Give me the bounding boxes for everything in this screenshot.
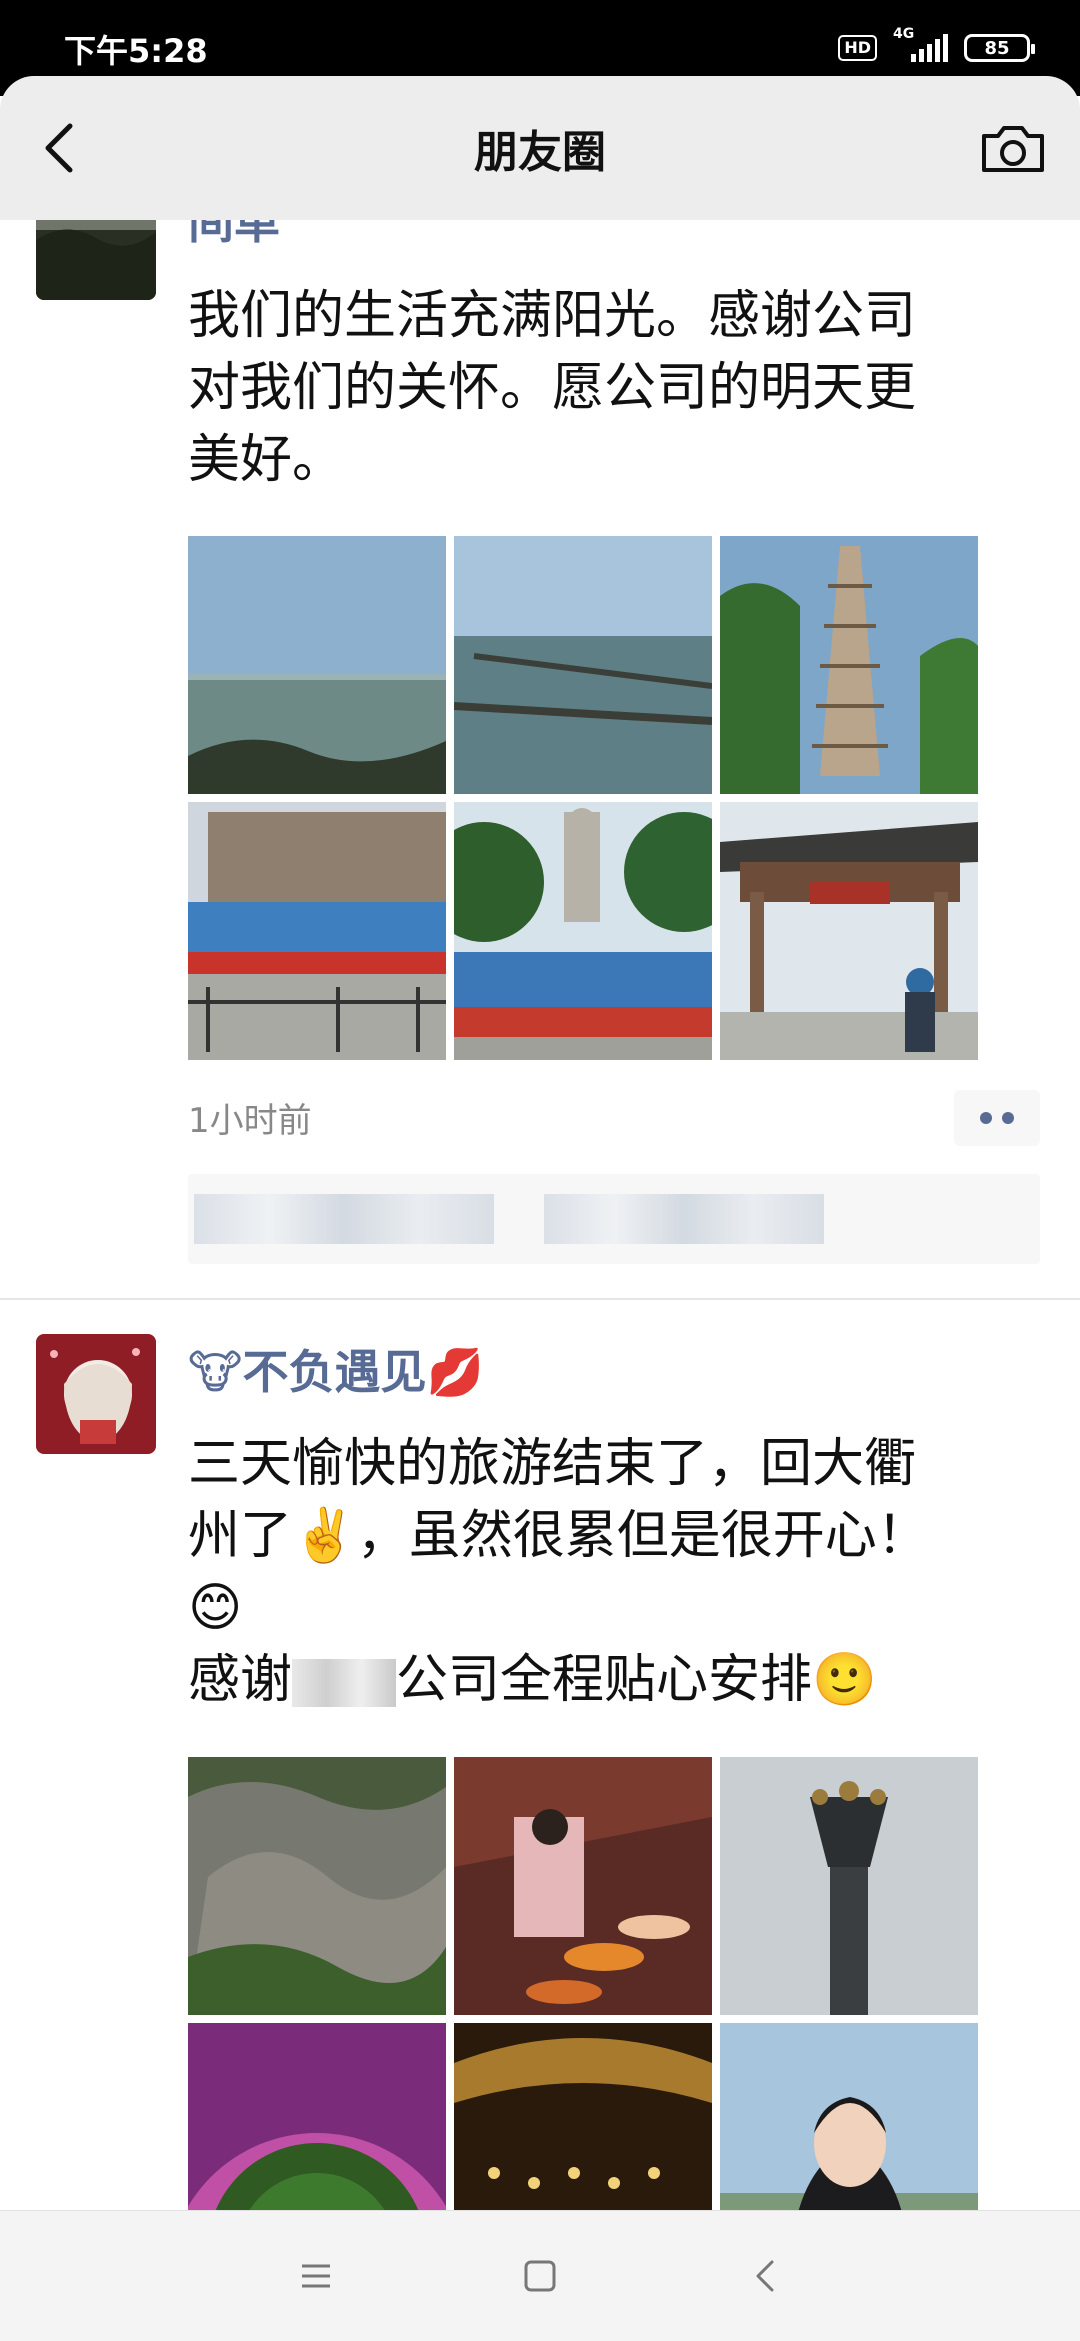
battery-level: 85 (984, 37, 1010, 59)
home-square-icon (524, 2260, 556, 2292)
app-header: 朋友圈 (0, 76, 1080, 220)
menu-button[interactable] (286, 2251, 346, 2301)
post-text-line: 感谢 公司全程贴心安排🙂 (188, 1650, 877, 1710)
post-text: 我们的生活充满阳光。感谢公司 对我们的关怀。愿公司的明天更 美好。 (188, 280, 988, 496)
system-nav-bar (0, 2210, 1080, 2341)
post-text-line: 美好。 (188, 430, 345, 490)
hd-icon: HD (838, 35, 877, 61)
avatar[interactable] (36, 1334, 156, 1454)
temple-gate-photo[interactable] (720, 802, 978, 1060)
group-photo-building[interactable] (188, 802, 446, 1060)
avatar[interactable] (36, 220, 156, 300)
moments-feed[interactable]: 间单 我们的生活充满阳光。感谢公司 对我们的关怀。愿公司的明天更 美好。 1小时… (0, 220, 1080, 2210)
slight-smile-emoji: 🙂 (812, 1650, 877, 1710)
post-text-line: 😊 (188, 1572, 988, 1644)
golden-hall-photo[interactable] (454, 2023, 712, 2210)
blurred-likes (544, 1194, 824, 1244)
bronze-statue-photo[interactable] (720, 1757, 978, 2015)
dot-icon (980, 1112, 992, 1124)
blurred-likes (194, 1194, 494, 1244)
selfie-photo[interactable] (720, 2023, 978, 2210)
network-type: 4G (893, 26, 915, 42)
page-title: 朋友圈 (474, 127, 606, 178)
post-text-line: 我们的生活充满阳光。感谢公司 (188, 286, 917, 346)
photo-grid (188, 536, 978, 1060)
pagoda-photo[interactable] (720, 536, 978, 794)
koi-pond-photo[interactable] (454, 1757, 712, 2015)
more-button[interactable] (954, 1090, 1040, 1146)
group-photo-buddha-statue[interactable] (454, 802, 712, 1060)
kiss-emoji: 💋 (426, 1345, 484, 1399)
post-time: 1小时前 (188, 1101, 312, 1141)
battery-icon: 85 (964, 34, 1035, 62)
rockery-garden-photo[interactable] (188, 1757, 446, 2015)
post-text-line: 州了✌️，虽然很累但是很开心！ (188, 1506, 929, 1566)
status-icons: HD 4G 85 (838, 26, 1035, 68)
camera-icon (982, 126, 1044, 172)
cow-emoji: 🐮 (188, 1345, 243, 1399)
purple-dome-photo[interactable] (188, 2023, 446, 2210)
camera-button[interactable] (978, 116, 1048, 180)
photo-grid (188, 1757, 978, 2210)
smile-emoji: 😊 (188, 1578, 243, 1638)
signal-icon: 4G (893, 26, 948, 62)
nickname-text: 不负遇见 (242, 1345, 427, 1399)
home-button[interactable] (510, 2251, 570, 2301)
status-time: 下午5:28 (64, 32, 208, 70)
lake-breakwater-photo[interactable] (454, 536, 712, 794)
back-nav-button[interactable] (736, 2251, 796, 2301)
back-triangle-icon (756, 2260, 774, 2292)
dot-icon (1002, 1112, 1014, 1124)
post-nickname[interactable]: 间单 (188, 220, 280, 252)
lake-shore-photo[interactable] (188, 536, 446, 794)
victory-emoji: ✌️ (292, 1506, 357, 1566)
post-divider (0, 1298, 1080, 1300)
post-nickname[interactable]: 🐮不负遇见💋 (188, 1336, 484, 1402)
post-text-line: 对我们的关怀。愿公司的明天更 (188, 358, 917, 418)
likes-box (188, 1174, 1040, 1264)
redacted-text (292, 1659, 397, 1707)
menu-icon (302, 2264, 330, 2288)
post-text-line: 三天愉快的旅游结束了，回大衢 (188, 1434, 917, 1494)
post-text: 三天愉快的旅游结束了，回大衢 州了✌️，虽然很累但是很开心！ 😊 感谢 公司全程贴… (188, 1428, 988, 1716)
